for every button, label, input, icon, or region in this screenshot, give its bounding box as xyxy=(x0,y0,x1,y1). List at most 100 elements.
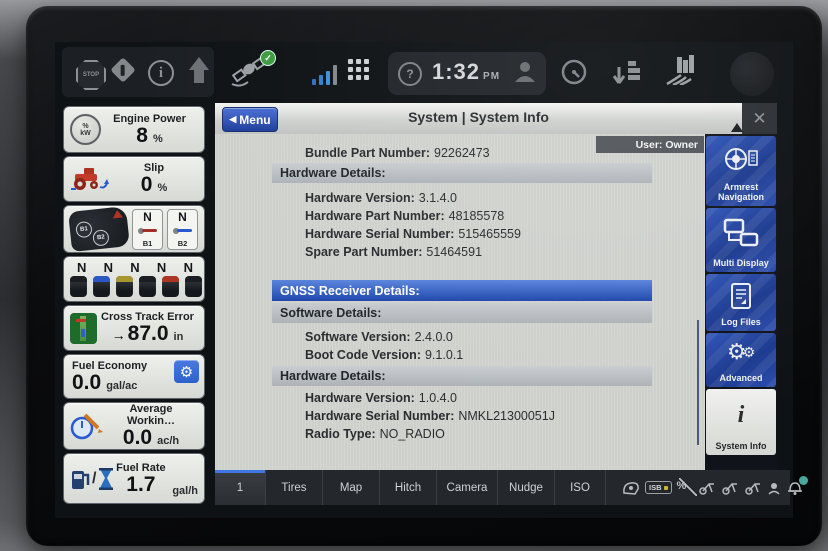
info-label: Hardware Part Number: xyxy=(305,209,445,223)
info-label: Boot Code Version: xyxy=(305,348,421,362)
field-totals-icon[interactable] xyxy=(663,55,699,90)
widget-fuel-economy[interactable]: Fuel Economy 0.0 gal/ac ⚙ xyxy=(63,354,205,399)
hitch-status-icon-2[interactable] xyxy=(721,480,739,496)
info-label: Bundle Part Number: xyxy=(305,146,430,160)
data-sync-icon[interactable] xyxy=(612,57,644,90)
scv-cell-b1: N B1 xyxy=(132,209,163,250)
raise-icon[interactable] xyxy=(189,57,209,85)
info-label: Radio Type: xyxy=(305,427,376,441)
tab-nudge[interactable]: Nudge xyxy=(498,470,555,505)
signal-bars-icon[interactable] xyxy=(312,63,340,85)
help-button[interactable]: ? xyxy=(398,62,422,86)
section-header-label: Hardware Details: xyxy=(280,369,386,383)
tab-label: Tires xyxy=(281,482,306,494)
user-icon[interactable] xyxy=(512,59,538,88)
widget-settings-gear-button[interactable]: ⚙ xyxy=(174,360,199,383)
performance-gauge-icon[interactable] xyxy=(560,58,588,91)
dialog-nav-column: Armrest Navigation Multi Display xyxy=(705,134,777,470)
widget-cross-track-error[interactable]: Cross Track Error → 87.0 in xyxy=(63,305,205,351)
auto-slope-percent-icon[interactable]: % xyxy=(677,480,693,496)
tab-tires[interactable]: Tires xyxy=(266,470,323,505)
widget-slip[interactable]: Slip 0 % xyxy=(63,156,205,202)
info-value: 3.1.4.0 xyxy=(419,191,457,205)
bell-status-dot xyxy=(799,476,808,485)
widget-average-working[interactable]: Average Workin… 0.0 ac/h xyxy=(63,402,205,450)
tab-camera[interactable]: Camera xyxy=(437,470,498,505)
gps-satellite-icon[interactable]: ✓ xyxy=(228,52,274,92)
power-button[interactable] xyxy=(730,52,774,96)
nav-button-multi-display[interactable]: Multi Display xyxy=(706,208,776,272)
average-working-icon xyxy=(70,411,104,441)
pto-status-icon[interactable] xyxy=(767,480,781,495)
info-row: Hardware Version: 1.0.4.0 xyxy=(305,391,457,405)
scrollbar[interactable] xyxy=(697,320,699,445)
notification-bell-icon[interactable] xyxy=(786,478,806,498)
widget-unit: % xyxy=(153,133,163,145)
valve-state: N xyxy=(157,261,166,274)
nav-button-label: Multi Display xyxy=(713,258,769,268)
info-row: Hardware Serial Number: NMKL21300051J xyxy=(305,409,555,423)
tab-1[interactable]: 1 xyxy=(215,470,266,505)
hitch-status-icon-1[interactable] xyxy=(698,480,716,496)
nav-button-log-files[interactable]: Log Files xyxy=(706,274,776,331)
scv-joystick-image: B1 B2 xyxy=(68,206,130,252)
tab-hitch[interactable]: Hitch xyxy=(380,470,437,505)
widget-value: 87.0 xyxy=(128,323,169,345)
widget-scv-levers[interactable]: B1 B2 N B1 N B2 xyxy=(63,205,205,253)
info-label: Hardware Version: xyxy=(305,191,415,205)
isb-label: ISB xyxy=(649,483,662,492)
info-value: 9.1.0.1 xyxy=(425,348,463,362)
info-label: Hardware Version: xyxy=(305,391,415,405)
tab-label: Nudge xyxy=(509,482,543,494)
user-badge-label: User: Owner xyxy=(636,139,698,151)
info-value: NMKL21300051J xyxy=(458,409,555,423)
scv-image-label-b1: B1 xyxy=(75,221,93,239)
nav-button-system-info[interactable]: i System Info xyxy=(706,389,776,455)
stop-button[interactable]: STOP xyxy=(76,60,106,90)
info-row: Hardware Serial Number:515465559 xyxy=(305,227,521,241)
app-grid-icon[interactable] xyxy=(348,59,371,82)
scv-state: N xyxy=(178,211,187,223)
scv-label: B1 xyxy=(143,240,153,248)
widget-valve-states[interactable]: N N N N N xyxy=(63,256,205,302)
info-button[interactable]: i xyxy=(148,60,174,86)
tab-iso[interactable]: ISO xyxy=(555,470,606,505)
scv-image-label-b2: B2 xyxy=(92,229,110,247)
info-label: Hardware Serial Number: xyxy=(305,409,454,423)
slash-separator: / xyxy=(92,470,96,488)
widget-value: 8 xyxy=(136,125,148,147)
scv-red-marker xyxy=(112,209,123,218)
cab-seat-icon[interactable] xyxy=(622,480,640,495)
info-glyph: i xyxy=(159,65,163,82)
isb-status-badge[interactable]: ISB xyxy=(645,481,672,494)
section-header-hardware-details: Hardware Details: xyxy=(272,163,652,183)
hitch-status-icon-3[interactable] xyxy=(744,480,762,496)
engine-power-icon: % kW xyxy=(70,114,101,145)
widget-engine-power[interactable]: % kW Engine Power 8 % xyxy=(63,106,205,153)
info-label: Spare Part Number: xyxy=(305,245,422,259)
close-button[interactable]: ✕ xyxy=(742,103,777,134)
tab-map[interactable]: Map xyxy=(323,470,380,505)
widget-fuel-rate[interactable]: / Fuel Rate 1.7 gal/h xyxy=(63,453,205,504)
scroll-up-arrow-icon[interactable] xyxy=(731,123,743,132)
info-row: Hardware Version: 3.1.4.0 xyxy=(305,191,457,205)
info-value: 515465559 xyxy=(458,227,521,241)
section-header-label: Hardware Details: xyxy=(280,166,386,180)
nav-button-label: Armrest Navigation xyxy=(706,182,776,202)
widget-title: Average Workin… xyxy=(104,403,198,427)
scv-lever-red-icon xyxy=(138,228,158,234)
tab-label: Hitch xyxy=(395,482,421,494)
valve-state: N xyxy=(184,261,193,274)
section-header-gnss-receiver: GNSS Receiver Details: xyxy=(272,280,652,301)
nav-button-armrest-navigation[interactable]: Armrest Navigation xyxy=(706,136,776,206)
nav-button-advanced[interactable]: ⚙⚙ Advanced xyxy=(706,333,776,387)
valve-paddle-row xyxy=(70,276,202,297)
info-value: 1.0.4.0 xyxy=(419,391,457,405)
valve-paddle-icon xyxy=(185,276,202,297)
valve-paddle-icon xyxy=(162,276,179,297)
gps-ok-badge: ✓ xyxy=(260,50,276,66)
section-header-hardware-details-2: Hardware Details: xyxy=(272,366,652,386)
menu-button[interactable]: ◀ Menu xyxy=(222,107,278,132)
nav-button-label: Log Files xyxy=(721,317,761,327)
valve-state: N xyxy=(104,261,113,274)
